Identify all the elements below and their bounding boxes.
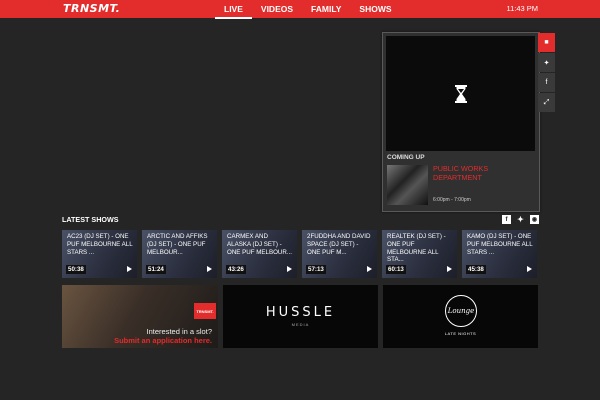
show-card[interactable]: KAMO (DJ SET) - ONE PUF MELBOURNE ALL ST…	[462, 230, 537, 278]
instagram-icon[interactable]: ◉	[530, 215, 539, 224]
clock: 11:43 PM	[506, 4, 538, 13]
chat-icon[interactable]: ■	[538, 33, 555, 52]
show-duration: 45:38	[466, 265, 486, 274]
show-card[interactable]: CARMEX AND ALASKA (DJ SET) - ONE PUF MEL…	[222, 230, 297, 278]
show-card[interactable]: AC23 (DJ SET) - ONE PUF MELBOURNE ALL ST…	[62, 230, 137, 278]
twitter-icon[interactable]: ✦	[538, 53, 555, 72]
show-title: REALTEK (DJ SET) - ONE PUF MELBOURNE ALL…	[387, 233, 446, 264]
show-duration: 57:13	[306, 265, 326, 274]
promo-banners: TRNSMT. Interested in a slot? Submit an …	[62, 285, 538, 348]
latest-shows-heading: LATEST SHOWS	[62, 215, 119, 224]
play-icon[interactable]	[447, 266, 452, 272]
show-title: ARCTIC AND AFFIKS (DJ SET) - ONE PUF MEL…	[147, 233, 208, 256]
hussle-subtitle: MEDIA	[291, 322, 310, 327]
play-icon[interactable]	[527, 266, 532, 272]
facebook-icon[interactable]: f	[538, 73, 555, 92]
lounge-subtitle: LATE NIGHTS	[444, 331, 477, 336]
show-title: KAMO (DJ SET) - ONE PUF MELBOURNE ALL ST…	[467, 233, 533, 256]
social-links: f ✦ ◉	[502, 215, 539, 224]
lounge-banner[interactable]: Lounge LATE NIGHTS	[383, 285, 538, 348]
hussle-logo: HUSSLE	[265, 305, 336, 320]
show-duration: 43:26	[226, 265, 246, 274]
expand-icon[interactable]: ⤢	[538, 93, 555, 112]
play-icon[interactable]	[287, 266, 292, 272]
facebook-icon[interactable]: f	[502, 215, 511, 224]
play-icon[interactable]	[207, 266, 212, 272]
nav-videos[interactable]: VIDEOS	[252, 0, 302, 18]
upcoming-show-time: 6:00pm - 7:00pm	[433, 197, 471, 203]
show-title: 2FUDDHA AND DAVID SPACE (DJ SET) - ONE P…	[307, 233, 371, 256]
play-icon[interactable]	[367, 266, 372, 272]
slot-application-banner[interactable]: TRNSMT. Interested in a slot? Submit an …	[62, 285, 218, 348]
upcoming-show-title[interactable]: PUBLIC WORKS DEPARTMENT	[433, 164, 533, 182]
site-logo[interactable]: TRNSMT.	[63, 2, 120, 15]
show-card[interactable]: ARCTIC AND AFFIKS (DJ SET) - ONE PUF MEL…	[142, 230, 217, 278]
hourglass-icon	[455, 85, 467, 103]
main-nav: LIVE VIDEOS FAMILY SHOWS	[215, 0, 401, 19]
show-card[interactable]: REALTEK (DJ SET) - ONE PUF MELBOURNE ALL…	[382, 230, 457, 278]
submit-application-link[interactable]: Submit an application here.	[114, 336, 212, 345]
show-card[interactable]: 2FUDDHA AND DAVID SPACE (DJ SET) - ONE P…	[302, 230, 377, 278]
latest-shows-list: AC23 (DJ SET) - ONE PUF MELBOURNE ALL ST…	[62, 230, 537, 278]
slot-question: Interested in a slot?	[146, 327, 212, 336]
player-side-tabs: ■ ✦ f ⤢	[538, 33, 555, 113]
hussle-media-banner[interactable]: HUSSLE MEDIA	[223, 285, 378, 348]
play-icon[interactable]	[127, 266, 132, 272]
video-player[interactable]	[386, 36, 535, 151]
upcoming-show-thumbnail[interactable]	[387, 165, 428, 205]
live-player-panel: COMING UP PUBLIC WORKS DEPARTMENT 6:00pm…	[382, 32, 540, 212]
show-duration: 50:38	[66, 265, 86, 274]
trnsmt-mini-logo: TRNSMT.	[194, 303, 216, 319]
show-title: CARMEX AND ALASKA (DJ SET) - ONE PUF MEL…	[227, 233, 292, 256]
show-duration: 60:13	[386, 265, 406, 274]
show-duration: 51:24	[146, 265, 166, 274]
show-title: AC23 (DJ SET) - ONE PUF MELBOURNE ALL ST…	[67, 233, 133, 256]
nav-shows[interactable]: SHOWS	[350, 0, 400, 18]
lounge-logo: Lounge	[445, 295, 477, 327]
nav-live[interactable]: LIVE	[215, 0, 252, 19]
top-bar: TRNSMT. LIVE VIDEOS FAMILY SHOWS 11:43 P…	[0, 0, 600, 19]
twitter-icon[interactable]: ✦	[516, 215, 525, 224]
coming-up-label: COMING UP	[387, 154, 425, 161]
nav-family[interactable]: FAMILY	[302, 0, 350, 18]
